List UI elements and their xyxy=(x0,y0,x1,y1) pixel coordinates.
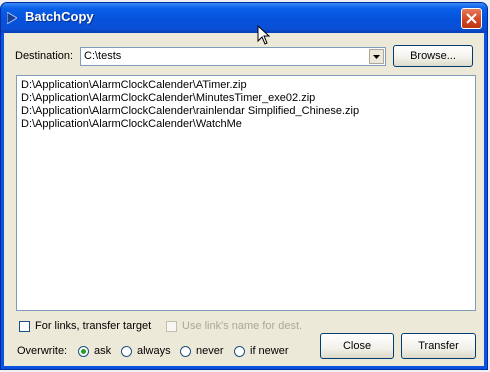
chevron-down-icon xyxy=(373,55,380,59)
destination-dropdown-button[interactable] xyxy=(369,49,384,64)
list-item[interactable]: D:\Application\AlarmClockCalender\Minute… xyxy=(21,92,315,104)
close-icon xyxy=(466,13,477,24)
overwrite-label: Overwrite: xyxy=(17,345,68,357)
use-link-name-checkbox[interactable] xyxy=(166,321,177,332)
overwrite-always-radio[interactable] xyxy=(121,346,132,357)
overwrite-if-newer-radio[interactable] xyxy=(234,346,245,357)
file-list[interactable]: D:\Application\AlarmClockCalender\ATimer… xyxy=(16,75,476,311)
close-window-button[interactable] xyxy=(461,8,482,29)
transfer-target-label[interactable]: For links, transfer target xyxy=(35,320,151,332)
browse-button[interactable]: Browse... xyxy=(393,45,473,67)
destination-label: Destination: xyxy=(15,50,74,62)
overwrite-never-radio[interactable] xyxy=(180,346,191,357)
overwrite-ask-label[interactable]: ask xyxy=(94,345,111,357)
list-item[interactable]: D:\Application\AlarmClockCalender\rainle… xyxy=(21,105,359,117)
batchcopy-app-icon xyxy=(6,11,18,25)
overwrite-if-newer-label[interactable]: if newer xyxy=(250,345,289,357)
transfer-target-checkbox[interactable] xyxy=(19,321,30,332)
mouse-cursor-icon xyxy=(257,25,271,45)
destination-value[interactable]: C:\tests xyxy=(84,50,121,62)
overwrite-ask-radio[interactable] xyxy=(78,346,89,357)
overwrite-never-label[interactable]: never xyxy=(196,345,224,357)
list-item[interactable]: D:\Application\AlarmClockCalender\ATimer… xyxy=(21,79,247,91)
batchcopy-window: BatchCopy Destination: C:\tests Browse..… xyxy=(0,2,488,370)
dialog-client-area: Destination: C:\tests Browse... D:\Appli… xyxy=(4,33,484,366)
overwrite-always-label[interactable]: always xyxy=(137,345,171,357)
title-bar[interactable]: BatchCopy xyxy=(1,3,487,33)
destination-combobox[interactable]: C:\tests xyxy=(80,47,386,66)
window-title: BatchCopy xyxy=(25,9,94,24)
list-item[interactable]: D:\Application\AlarmClockCalender\WatchM… xyxy=(21,118,242,130)
radio-selected-dot xyxy=(81,349,86,354)
transfer-button[interactable]: Transfer xyxy=(401,333,476,359)
use-link-name-label[interactable]: Use link's name for dest. xyxy=(182,320,302,332)
close-button[interactable]: Close xyxy=(320,333,394,359)
